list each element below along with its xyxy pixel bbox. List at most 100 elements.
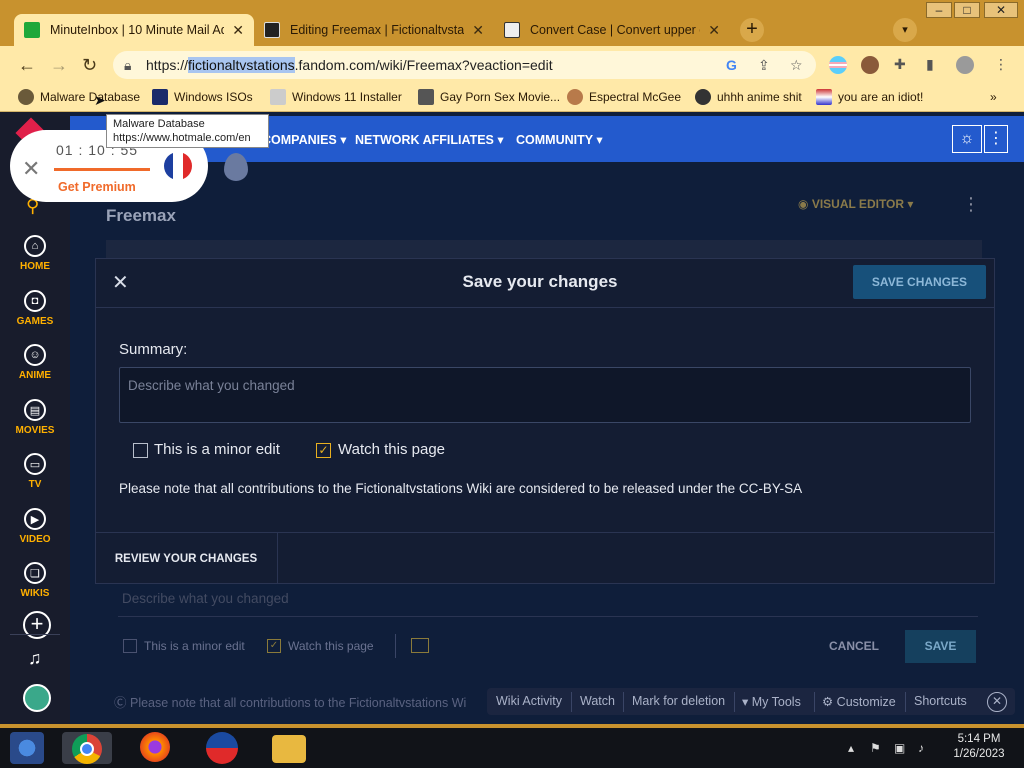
page-more-icon[interactable]: ⋮ xyxy=(962,194,980,215)
start-button-icon[interactable] xyxy=(10,732,44,764)
notifications-bell-icon[interactable]: ♫ xyxy=(28,648,42,669)
toolbar-separator xyxy=(623,692,624,712)
bookmark-anime[interactable]: uhhh anime shit xyxy=(695,88,802,106)
nav-companies[interactable]: COMPANIES ▾ xyxy=(262,132,347,147)
back-arrow-icon[interactable]: ← xyxy=(18,55,36,76)
watch-link[interactable]: Watch xyxy=(580,694,615,708)
more-options-icon[interactable]: ⋮ xyxy=(984,125,1008,153)
sidebar-divider xyxy=(10,634,60,635)
sidebar-item-movies[interactable]: ▤ MOVIES xyxy=(0,399,70,436)
tab-title: MinuteInbox | 10 Minute Mail Ad xyxy=(50,23,225,37)
maximize-button[interactable]: □ xyxy=(954,2,980,18)
close-tab-icon[interactable]: ✕ xyxy=(232,22,244,39)
review-changes-tab[interactable]: REVIEW YOUR CHANGES xyxy=(95,532,278,584)
bookmark-espectral-mcgee[interactable]: Espectral McGee xyxy=(567,88,681,106)
cc-icon: Ⓒ xyxy=(114,696,130,710)
shortcuts-link[interactable]: Shortcuts xyxy=(914,694,967,708)
mark-for-deletion-link[interactable]: Mark for deletion xyxy=(632,694,725,708)
my-tools-dropdown[interactable]: ▾ My Tools xyxy=(742,694,801,709)
extensions-puzzle-icon[interactable]: ✚ xyxy=(894,56,906,73)
tab-minuteinbox[interactable]: MinuteInbox | 10 Minute Mail Ad ✕ xyxy=(14,14,254,46)
close-timer-icon[interactable]: ✕ xyxy=(22,156,40,182)
tab-title: Convert Case | Convert upper cas xyxy=(530,23,701,37)
sidebar-item-games[interactable]: ◘ GAMES xyxy=(0,290,70,327)
chrome-icon-center xyxy=(80,742,94,756)
bookmark-malware-database[interactable]: Malware Database xyxy=(18,88,140,106)
lock-icon[interactable]: 🔒︎ xyxy=(124,57,131,74)
visual-editor-dropdown[interactable]: ◉ VISUAL EDITOR ▾ xyxy=(798,197,913,211)
volume-icon[interactable]: ♪ xyxy=(918,741,924,755)
background-watch-label[interactable]: Watch this page xyxy=(288,639,374,653)
get-premium-link[interactable]: Get Premium xyxy=(58,180,136,194)
toolbar-separator xyxy=(905,692,906,712)
tab-convert-case[interactable]: Convert Case | Convert upper cas ✕ xyxy=(494,14,730,46)
sidebar-item-tv[interactable]: ▭ TV xyxy=(0,453,70,490)
bookmark-favicon xyxy=(695,89,711,105)
bookmark-windows-isos[interactable]: Windows ISOs xyxy=(152,88,253,106)
nav-community[interactable]: COMMUNITY ▾ xyxy=(516,132,603,147)
profile-icon[interactable] xyxy=(956,56,974,74)
close-tab-icon[interactable]: ✕ xyxy=(472,22,484,39)
forward-arrow-icon[interactable]: → xyxy=(50,55,68,76)
sidebar-item-home[interactable]: ⌂ HOME xyxy=(0,235,70,272)
minor-edit-checkbox[interactable] xyxy=(133,443,148,458)
theme-toggle-icon[interactable]: ☼ xyxy=(952,125,982,153)
switch-editor-icon[interactable] xyxy=(411,638,429,653)
book-icon: ❏ xyxy=(24,562,46,584)
sidebar-item-video[interactable]: ▶ VIDEO xyxy=(0,508,70,545)
customize-link[interactable]: ⚙ Customize xyxy=(822,694,896,709)
tab-search-button[interactable]: ▾ xyxy=(893,18,917,42)
bookmark-favicon xyxy=(567,89,583,105)
reload-icon[interactable]: ↻ xyxy=(82,55,97,76)
close-tab-icon[interactable]: ✕ xyxy=(708,22,720,39)
toolbar-separator xyxy=(734,692,735,712)
background-minor-edit-checkbox[interactable] xyxy=(123,639,137,653)
sidebar-item-wikis[interactable]: ❏ WIKIS xyxy=(0,562,70,599)
watch-page-label[interactable]: Watch this page xyxy=(338,441,445,458)
tab-editing-freemax[interactable]: Editing Freemax | Fictionaltvstati ✕ xyxy=(254,14,494,46)
fandom-favicon xyxy=(264,22,280,38)
trans-flag-extension-icon[interactable] xyxy=(829,56,847,74)
watch-page-checkbox[interactable]: ✓ xyxy=(316,443,331,458)
background-summary-input[interactable]: Describe what you changed xyxy=(122,591,289,606)
background-watch-checkbox[interactable]: ✓ xyxy=(267,639,281,653)
bookmark-star-icon[interactable]: ☆ xyxy=(790,57,803,74)
nav-network-affiliates[interactable]: NETWORK AFFILIATES ▾ xyxy=(355,132,504,147)
network-icon[interactable]: ▣ xyxy=(894,741,905,755)
bookmark-windows-11-installer[interactable]: Windows 11 Installer xyxy=(270,88,402,106)
action-center-flag-icon[interactable]: ⚑ xyxy=(870,741,881,755)
summary-input[interactable]: Describe what you changed xyxy=(119,367,971,423)
google-icon[interactable]: G xyxy=(726,57,737,73)
minimize-button[interactable]: – xyxy=(926,2,952,18)
wiki-mascot-icon xyxy=(224,153,248,181)
user-avatar[interactable] xyxy=(23,684,51,712)
taskbar-clock[interactable]: 5:14 PM 1/26/2023 xyxy=(940,732,1018,762)
save-button[interactable]: SAVE xyxy=(905,630,976,663)
avatar-extension-icon[interactable] xyxy=(861,56,879,74)
url-text[interactable]: https://fictionaltvstations.fandom.com/w… xyxy=(146,57,553,73)
firefox-icon[interactable] xyxy=(140,732,170,762)
tab-title: Editing Freemax | Fictionaltvstati xyxy=(290,23,465,37)
bookmark-you-are-an-idiot[interactable]: you are an idiot! xyxy=(816,88,923,106)
toolbar-separator xyxy=(814,692,815,712)
close-toolbar-icon[interactable]: ✕ xyxy=(987,692,1007,712)
browser-menu-icon[interactable]: ⋮ xyxy=(994,56,1008,73)
wiki-activity-link[interactable]: Wiki Activity xyxy=(496,694,562,708)
new-tab-button[interactable]: + xyxy=(740,18,764,42)
bookmark-4[interactable]: Gay Porn Sex Movie... xyxy=(418,88,560,106)
background-minor-edit-label[interactable]: This is a minor edit xyxy=(144,639,245,653)
campaign-logo-icon[interactable] xyxy=(206,732,238,764)
side-panel-icon[interactable]: ▮ xyxy=(926,56,934,73)
tray-chevron-icon[interactable]: ▴ xyxy=(848,741,854,755)
bookmarks-overflow-chevron[interactable]: » xyxy=(990,88,997,106)
cancel-button[interactable]: CANCEL xyxy=(829,639,879,653)
france-flag-icon[interactable] xyxy=(164,152,192,180)
share-icon[interactable]: ⇪ xyxy=(758,57,770,74)
file-explorer-icon[interactable] xyxy=(272,735,306,763)
save-changes-button[interactable]: SAVE CHANGES xyxy=(853,265,986,299)
timer-progress-bar xyxy=(54,168,150,171)
background-divider xyxy=(118,616,978,617)
sidebar-item-anime[interactable]: ☺ ANIME xyxy=(0,344,70,381)
close-window-button[interactable]: ✕ xyxy=(984,2,1018,18)
minor-edit-label[interactable]: This is a minor edit xyxy=(154,441,280,458)
